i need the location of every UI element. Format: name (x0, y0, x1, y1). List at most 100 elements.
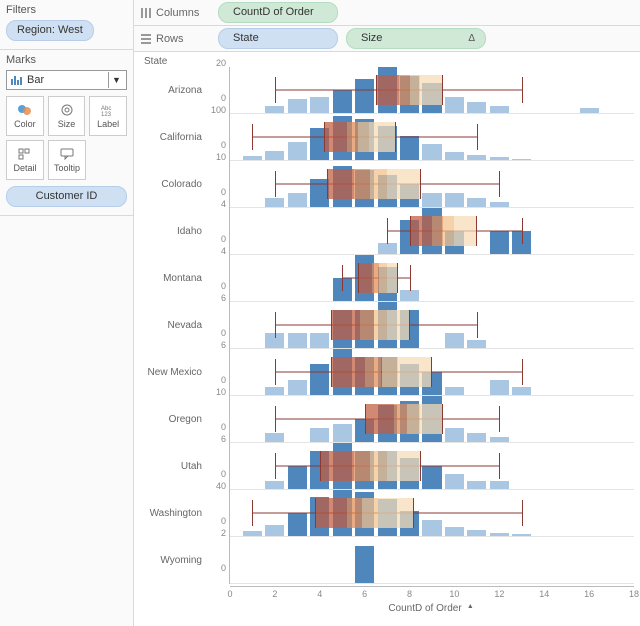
whisker-cap (499, 171, 500, 197)
whisker-cap (275, 171, 276, 197)
app-root: Filters Region: West Marks Bar ▼ Color (0, 0, 640, 626)
facet-label: Wyoming (140, 537, 208, 584)
y-axis: 010 (208, 161, 230, 208)
box-segment (370, 169, 386, 199)
facet-plot[interactable] (230, 67, 634, 114)
box-segment (321, 451, 354, 481)
box-segment (360, 310, 373, 340)
rows-pill-size[interactable]: Size Δ (346, 28, 486, 49)
whisker-cap (522, 500, 523, 526)
whisker-cap (275, 312, 276, 338)
marks-type-dropdown[interactable]: Bar ▼ (6, 70, 127, 90)
box-segment (366, 404, 394, 434)
box-segment (354, 451, 370, 481)
x-tick: 6 (362, 589, 367, 599)
whisker-cap (275, 359, 276, 385)
rows-icon (140, 33, 152, 45)
histogram-bar (333, 90, 352, 113)
facet-plot[interactable] (230, 255, 634, 302)
box-segment (354, 169, 370, 199)
y-axis: 02 (208, 537, 230, 584)
box-segment (387, 169, 420, 199)
whisker-cap (499, 406, 500, 432)
whisker-cap (522, 218, 523, 244)
facet-label: Utah (140, 443, 208, 490)
box-segment (365, 357, 381, 387)
facet-plot[interactable] (230, 208, 634, 255)
box-segment (420, 404, 442, 434)
box-segment (398, 357, 431, 387)
facet-label: Idaho (140, 208, 208, 255)
box-plot (331, 357, 432, 387)
marks-label-button[interactable]: Abc123 Label (89, 96, 127, 136)
y-axis: 04 (208, 255, 230, 302)
histogram-bar (445, 193, 464, 207)
facet-label: Arizona (140, 67, 208, 114)
histogram-bar (265, 387, 284, 395)
histogram-bar (265, 525, 284, 537)
box-segment (374, 310, 387, 340)
marks-detail-button[interactable]: Detail (6, 140, 44, 180)
facet-label: Oregon (140, 396, 208, 443)
box-segment (382, 357, 398, 387)
box-plot (324, 122, 396, 152)
histogram-bar (512, 387, 531, 395)
x-axis-label: CountD of Order (388, 603, 475, 614)
columns-pill-countd[interactable]: CountD of Order (218, 2, 338, 23)
facet-plot[interactable] (230, 396, 634, 443)
facet-plot[interactable] (230, 443, 634, 490)
y-axis: 04 (208, 208, 230, 255)
histogram-bar (288, 142, 307, 160)
box-segment (399, 75, 410, 105)
svg-text:123: 123 (101, 112, 112, 117)
whisker-cap (252, 124, 253, 150)
x-axis: CountD of Order 024681012141618 (140, 586, 634, 620)
x-tick: 4 (317, 589, 322, 599)
histogram-bar (355, 546, 374, 583)
facet-row: California0100 (140, 114, 634, 161)
box-segment (316, 498, 347, 528)
histogram-bar (490, 231, 509, 254)
facet-plot[interactable] (230, 161, 634, 208)
facet-plot[interactable] (230, 114, 634, 161)
chart-viewport[interactable]: State Arizona020California0100Colorado01… (134, 52, 640, 626)
x-tick: 2 (272, 589, 277, 599)
marks-size-button[interactable]: Size (48, 96, 86, 136)
whisker-cap (499, 453, 500, 479)
rows-pill-state[interactable]: State (218, 28, 338, 49)
columns-shelf[interactable]: Columns CountD of Order (134, 0, 640, 26)
histogram-bar (265, 433, 284, 442)
histogram-bar (467, 155, 486, 160)
facet-plot[interactable] (230, 349, 634, 396)
facet-row: Utah06 (140, 443, 634, 490)
color-icon (17, 103, 33, 117)
histogram-bar (243, 156, 262, 160)
facet-plot[interactable] (230, 302, 634, 349)
histogram-bar (467, 530, 486, 536)
box-segment (410, 75, 421, 105)
histogram-bar (422, 144, 441, 160)
x-tick: 16 (584, 589, 594, 599)
box-segment (359, 263, 372, 293)
box-segment (411, 216, 433, 246)
whisker-cap (275, 453, 276, 479)
histogram-bar (310, 97, 329, 113)
marks-tooltip-button[interactable]: Tooltip (48, 140, 86, 180)
histogram-bar (265, 198, 284, 207)
whisker-cap (522, 359, 523, 385)
histogram-bar (490, 533, 509, 536)
facet-plot[interactable] (230, 537, 634, 584)
histogram-bar (288, 333, 307, 348)
rows-shelf[interactable]: Rows State Size Δ (134, 26, 640, 52)
marks-customer-pill[interactable]: Customer ID (6, 186, 127, 207)
box-segment (328, 169, 354, 199)
histogram-bar (310, 333, 329, 348)
histogram-bar (490, 380, 509, 395)
whisker-cap (275, 406, 276, 432)
histogram-bar (422, 466, 441, 489)
filter-pill-region[interactable]: Region: West (6, 20, 94, 41)
box-segment (347, 122, 358, 152)
marks-color-button[interactable]: Color (6, 96, 44, 136)
facet-plot[interactable] (230, 490, 634, 537)
histogram-bar (265, 481, 284, 489)
